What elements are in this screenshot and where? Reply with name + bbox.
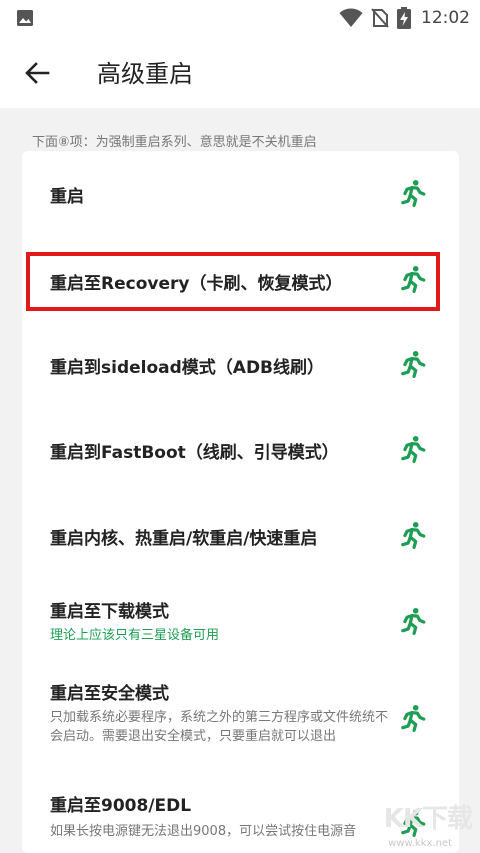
hint-text: 下面⑧项：为强制重启系列、意思就是不关机重启 <box>32 135 317 150</box>
list-item-reboot-fastboot[interactable]: 重启到FastBoot（线刷、引导模式） <box>22 408 459 494</box>
highlight-box <box>26 252 440 311</box>
image-icon <box>17 10 33 26</box>
item-title: 重启至安全模式 <box>50 684 169 704</box>
item-title: 重启到sideload模式（ADB线刷） <box>50 358 325 378</box>
list-item-reboot-download[interactable]: 重启至下载模式 理论上应该只有三星设备可用 <box>22 580 459 667</box>
item-title: 重启至9008/EDL <box>50 796 192 816</box>
run-icon[interactable] <box>400 521 426 549</box>
run-icon[interactable] <box>400 179 426 207</box>
run-icon[interactable] <box>400 350 426 378</box>
item-title: 重启 <box>50 187 84 207</box>
run-icon[interactable] <box>400 704 426 732</box>
run-icon[interactable] <box>400 435 426 463</box>
status-icons: 12:02 <box>339 6 470 30</box>
item-subtitle: 只加载系统必要程序，系统之外的第三方程序或文件统统不会启动。需要退出安全模式，只… <box>50 710 389 744</box>
list-item-reboot-kernel[interactable]: 重启内核、热重启/软重启/快速重启 <box>22 494 459 580</box>
battery-charging-icon <box>397 7 411 29</box>
run-icon[interactable] <box>400 607 426 635</box>
app-bar: 高级重启 <box>0 36 480 108</box>
status-time: 12:02 <box>421 8 470 28</box>
arrow-back-icon[interactable] <box>22 58 52 88</box>
item-title: 重启到FastBoot（线刷、引导模式） <box>50 443 339 463</box>
page-title: 高级重启 <box>97 60 193 88</box>
list-item-reboot[interactable]: 重启 <box>22 151 459 237</box>
item-title: 重启内核、热重启/软重启/快速重启 <box>50 529 318 549</box>
item-title: 重启至下载模式 <box>50 602 169 622</box>
list-item-reboot-sideload[interactable]: 重启到sideload模式（ADB线刷） <box>22 322 459 408</box>
no-sim-icon <box>371 8 389 28</box>
watermark-logo: KK下载 <box>383 804 473 834</box>
list-item-reboot-safe-mode[interactable]: 重启至安全模式 只加载系统必要程序，系统之外的第三方程序或文件统统不会启动。需要… <box>22 667 459 779</box>
item-subtitle: 理论上应该只有三星设备可用 <box>50 628 220 643</box>
watermark-url: www.kkx.net <box>388 838 452 849</box>
wifi-icon <box>339 8 363 27</box>
item-subtitle: 如果长按电源键无法退出9008，可以尝试按住电源音 <box>50 824 357 839</box>
status-bar: 12:02 <box>0 0 480 36</box>
